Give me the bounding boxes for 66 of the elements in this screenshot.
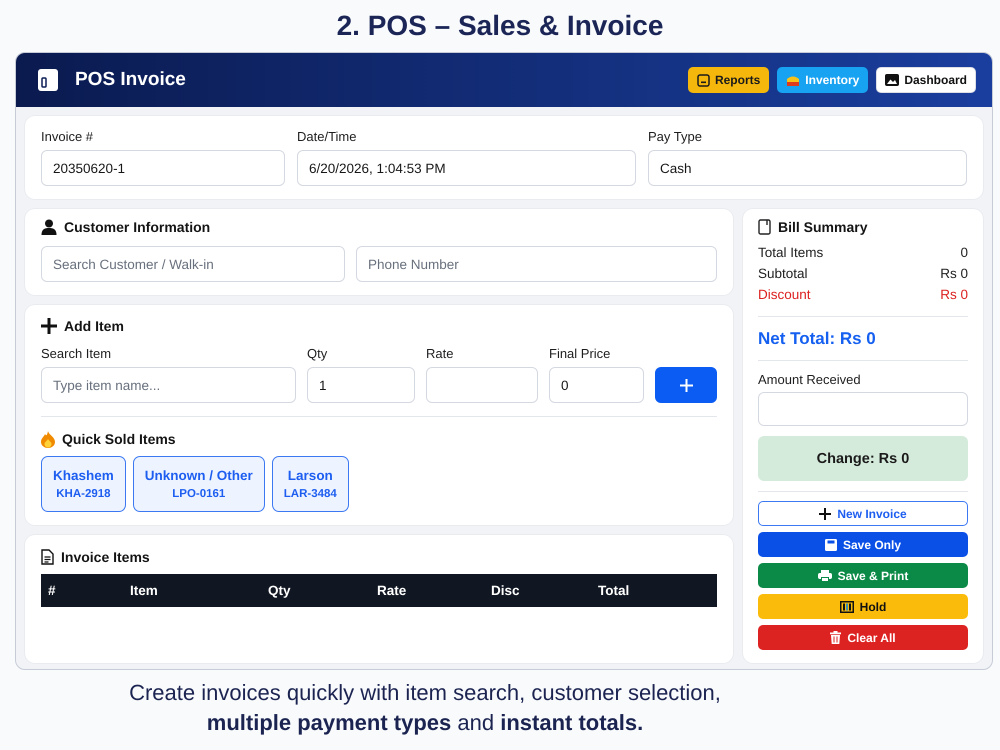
column-header: Rate bbox=[377, 583, 406, 598]
quantity-field[interactable]: 1 bbox=[307, 367, 415, 403]
summary-label: Discount bbox=[758, 286, 811, 304]
invoice-number-field[interactable]: 20350620-1 bbox=[41, 150, 285, 186]
box-icon bbox=[786, 74, 800, 86]
summary-value: 0 bbox=[960, 244, 968, 262]
field-label: Qty bbox=[307, 346, 328, 361]
notebook-icon bbox=[38, 69, 58, 91]
change-display: Change: Rs 0 bbox=[758, 436, 968, 481]
quick-item-button[interactable]: Khashem KHA-2918 bbox=[41, 456, 126, 512]
field-label: Invoice # bbox=[41, 129, 94, 144]
frame-icon bbox=[696, 74, 710, 86]
add-item-button[interactable] bbox=[655, 367, 717, 403]
window-title: POS Invoice bbox=[75, 69, 186, 91]
plus-icon bbox=[819, 508, 832, 520]
field-label: Date/Time bbox=[297, 129, 358, 144]
section-title: Add Item bbox=[64, 318, 124, 334]
rate-field[interactable] bbox=[426, 367, 538, 403]
item-search-field[interactable]: Type item name... bbox=[41, 367, 296, 403]
hold-button[interactable]: Hold bbox=[758, 594, 968, 619]
document-icon bbox=[41, 549, 54, 565]
phone-number-field[interactable]: Phone Number bbox=[356, 246, 717, 282]
column-header: # bbox=[48, 583, 56, 598]
section-title: Quick Sold Items bbox=[62, 431, 176, 447]
column-header: Qty bbox=[268, 583, 291, 598]
field-label: Final Price bbox=[549, 346, 612, 361]
customer-search-field[interactable]: Search Customer / Walk-in bbox=[41, 246, 345, 282]
plus-icon bbox=[680, 378, 692, 392]
field-label: Pay Type bbox=[648, 129, 703, 144]
clear-all-button[interactable]: Clear All bbox=[758, 625, 968, 650]
date-time-field[interactable]: 6/20/2026, 1:04:53 PM bbox=[297, 150, 636, 186]
reports-button[interactable]: Reports bbox=[688, 67, 770, 93]
caption-text: Create invoices quickly with item search, customer selection, multiple payment types and instant totals. bbox=[128, 679, 722, 737]
summary-value: Rs 0 bbox=[940, 265, 968, 283]
field-label: Amount Received bbox=[758, 372, 862, 387]
column-header: Item bbox=[130, 583, 158, 598]
plus-icon bbox=[41, 318, 57, 334]
save-icon bbox=[824, 538, 837, 550]
save-print-button[interactable]: Save & Print bbox=[758, 563, 968, 588]
net-total: Net Total: Rs 0 bbox=[758, 328, 876, 350]
summary-label: Subtotal bbox=[758, 265, 808, 283]
section-title: Bill Summary bbox=[778, 219, 868, 235]
picture-icon bbox=[885, 74, 900, 86]
printer-icon bbox=[818, 570, 832, 582]
new-invoice-button[interactable]: New Invoice bbox=[758, 501, 968, 526]
section-title: Invoice Items bbox=[61, 549, 150, 565]
field-label: Search Item bbox=[41, 346, 112, 361]
trash-icon bbox=[830, 631, 842, 644]
summary-value: Rs 0 bbox=[940, 286, 968, 304]
final-price-field[interactable]: 0 bbox=[549, 367, 644, 403]
quick-item-button[interactable]: Larson LAR-3484 bbox=[272, 456, 349, 512]
save-only-button[interactable]: Save Only bbox=[758, 532, 968, 557]
bars-icon bbox=[840, 600, 854, 612]
user-icon bbox=[41, 219, 57, 235]
section-title: Customer Information bbox=[64, 219, 210, 235]
quick-item-button[interactable]: Unknown / Other LPO-0161 bbox=[132, 456, 265, 512]
pay-type-field[interactable]: Cash bbox=[648, 150, 967, 186]
dashboard-button[interactable]: Dashboard bbox=[876, 67, 976, 93]
column-header: Total bbox=[598, 583, 630, 598]
summary-label: Total Items bbox=[758, 244, 824, 262]
field-label: Rate bbox=[426, 346, 454, 361]
amount-received-field[interactable] bbox=[758, 392, 968, 426]
notebook-icon bbox=[758, 219, 771, 235]
fire-icon bbox=[41, 430, 55, 448]
page-title: 2. POS – Sales & Invoice bbox=[336, 9, 664, 43]
column-header: Disc bbox=[491, 583, 520, 598]
